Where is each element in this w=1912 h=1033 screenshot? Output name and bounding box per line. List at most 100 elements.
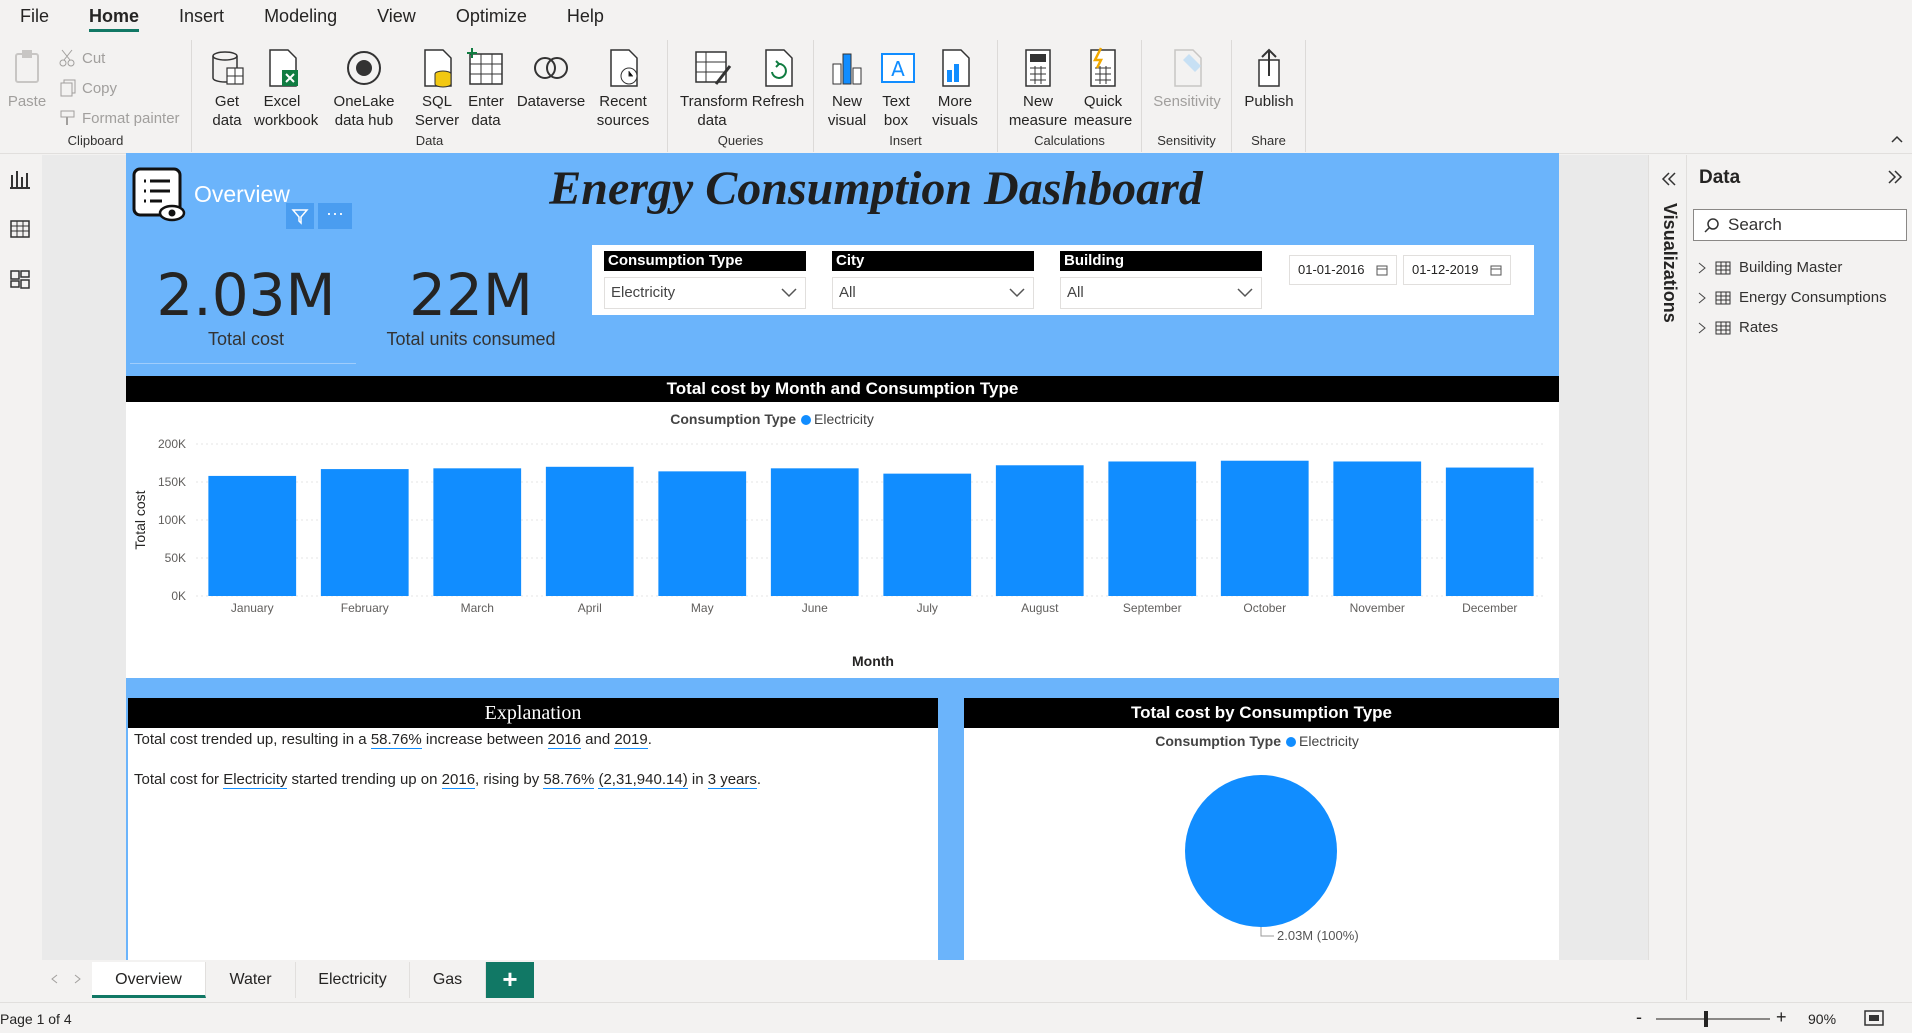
filter-icon <box>291 207 309 225</box>
recent-sources-button[interactable]: Recent sources <box>590 46 656 130</box>
zoom-slider[interactable] <box>1656 1011 1770 1027</box>
text-box-button[interactable]: A Text box <box>876 46 916 130</box>
end-date-input[interactable]: 01-12-2019 <box>1403 255 1511 285</box>
collapse-ribbon-icon[interactable] <box>1890 134 1904 144</box>
menu-modeling[interactable]: Modeling <box>264 0 337 32</box>
bar-june[interactable] <box>770 468 859 596</box>
year-link[interactable]: 2019 <box>614 731 648 749</box>
data-group: Get data Excel workbook OneLake data hub… <box>192 40 668 152</box>
text-box-label: Text box <box>882 93 910 129</box>
explanation-visual[interactable]: Explanation Total cost trended up, resul… <box>128 698 938 960</box>
year-link[interactable]: 2016 <box>441 771 476 789</box>
get-data-button[interactable]: Get data <box>202 46 252 130</box>
type-link[interactable]: Electricity <box>223 771 288 789</box>
more-visuals-button[interactable]: More visuals <box>924 46 986 130</box>
pie-slice-electricity[interactable] <box>1185 775 1337 927</box>
dataverse-label: Dataverse <box>516 93 586 110</box>
collapse-data-pane-icon[interactable] <box>1887 169 1903 185</box>
years-link[interactable]: 3 years <box>707 771 757 789</box>
dataverse-icon <box>529 46 573 90</box>
bar-july[interactable] <box>883 473 972 596</box>
bar-january[interactable] <box>208 475 297 596</box>
bar-april[interactable] <box>545 466 634 596</box>
more-options-button[interactable]: ··· <box>318 203 352 229</box>
city-dropdown[interactable]: All <box>832 277 1034 309</box>
filter-button[interactable] <box>286 203 314 229</box>
view-switcher <box>0 155 42 960</box>
new-visual-button[interactable]: New visual <box>824 46 870 130</box>
table-label: Energy Consumptions <box>1739 289 1887 306</box>
menu-view[interactable]: View <box>377 0 416 32</box>
menu-file[interactable]: File <box>20 0 49 32</box>
scroll-right-icon[interactable] <box>74 974 82 984</box>
bar-chart-visual[interactable]: Total cost by Month and Consumption Type… <box>126 376 1559 678</box>
tab-water[interactable]: Water <box>206 962 296 998</box>
bar-september[interactable] <box>1108 461 1197 596</box>
new-measure-button[interactable]: New measure <box>1008 46 1068 130</box>
quick-measure-button[interactable]: Quick measure <box>1072 46 1134 130</box>
refresh-button[interactable]: Refresh <box>750 46 806 111</box>
start-date-input[interactable]: 01-01-2016 <box>1289 255 1397 285</box>
fit-to-page-icon[interactable] <box>1864 1009 1884 1027</box>
consumption-type-dropdown[interactable]: Electricity <box>604 277 806 309</box>
sensitivity-label: Sensitivity <box>1153 93 1221 110</box>
building-dropdown[interactable]: All <box>1060 277 1262 309</box>
format-painter-button[interactable]: Format painter <box>58 108 180 128</box>
bar-november[interactable] <box>1333 461 1422 596</box>
sensitivity-button[interactable]: Sensitivity <box>1150 46 1224 111</box>
copy-button[interactable]: Copy <box>58 78 117 98</box>
bar-december[interactable] <box>1445 467 1534 596</box>
pie-chart-visual[interactable]: Total cost by Consumption Type Consumpti… <box>964 698 1559 960</box>
bar-august[interactable] <box>995 465 1084 596</box>
expand-visualizations-icon[interactable] <box>1661 171 1677 187</box>
explanation-text: Total cost trended up, resulting in a 58… <box>128 728 938 812</box>
new-measure-label: New measure <box>1008 93 1068 129</box>
table-building-master[interactable]: Building Master <box>1697 259 1842 276</box>
tab-electricity[interactable]: Electricity <box>296 962 410 998</box>
bar-february[interactable] <box>320 469 409 596</box>
chevron-right-icon <box>1697 262 1709 274</box>
sql-server-button[interactable]: SQL Server <box>414 46 460 130</box>
paste-button[interactable]: Paste <box>6 46 48 111</box>
bar-october[interactable] <box>1220 460 1309 596</box>
percent-link[interactable]: 58.76% <box>370 731 422 749</box>
table-view-icon[interactable] <box>8 217 32 241</box>
model-view-icon[interactable] <box>8 267 32 291</box>
dataverse-button[interactable]: Dataverse <box>516 46 586 111</box>
enter-data-button[interactable]: Enter data <box>464 46 508 130</box>
transform-data-icon <box>690 46 734 90</box>
transform-data-button[interactable]: Transform data <box>680 46 748 130</box>
amount-link[interactable]: (2,31,940.14) <box>598 771 688 789</box>
scroll-left-icon[interactable] <box>50 974 58 984</box>
percent-link[interactable]: 58.76% <box>543 771 595 789</box>
add-page-button[interactable]: + <box>486 962 534 998</box>
visualizations-collapsed-pane[interactable]: Visualizations <box>1648 155 1686 960</box>
pie-chart-svg: Consumption Type Electricity 2.03M (100%… <box>1155 733 1359 943</box>
tab-gas[interactable]: Gas <box>410 962 486 998</box>
menu-optimize[interactable]: Optimize <box>456 0 527 32</box>
menu-help[interactable]: Help <box>567 0 604 32</box>
paste-icon <box>6 46 50 90</box>
zoom-in-button[interactable]: + <box>1776 1007 1787 1028</box>
zoom-slider-thumb[interactable] <box>1704 1011 1708 1027</box>
publish-button[interactable]: Publish <box>1238 46 1300 111</box>
table-label: Building Master <box>1739 259 1843 276</box>
excel-workbook-button[interactable]: Excel workbook <box>254 46 318 130</box>
cut-button[interactable]: Cut <box>58 48 105 68</box>
year-link[interactable]: 2016 <box>547 731 581 749</box>
data-search-input[interactable]: Search <box>1693 209 1907 241</box>
recent-sources-label: Recent sources <box>596 93 650 129</box>
bar-x-tick-label: April <box>578 601 602 615</box>
menu-insert[interactable]: Insert <box>179 0 224 32</box>
bar-march[interactable] <box>433 468 522 596</box>
table-rates[interactable]: Rates <box>1697 319 1778 336</box>
table-energy-consumptions[interactable]: Energy Consumptions <box>1697 289 1887 306</box>
zoom-out-button[interactable]: - <box>1636 1007 1642 1028</box>
menu-home[interactable]: Home <box>89 0 140 32</box>
brush-icon <box>58 108 78 128</box>
onelake-data-hub-button[interactable]: OneLake data hub <box>324 46 404 130</box>
report-view-icon[interactable] <box>8 167 32 191</box>
bar-may[interactable] <box>658 471 747 596</box>
bar-x-tick-label: March <box>461 601 494 615</box>
tab-overview[interactable]: Overview <box>92 962 206 998</box>
